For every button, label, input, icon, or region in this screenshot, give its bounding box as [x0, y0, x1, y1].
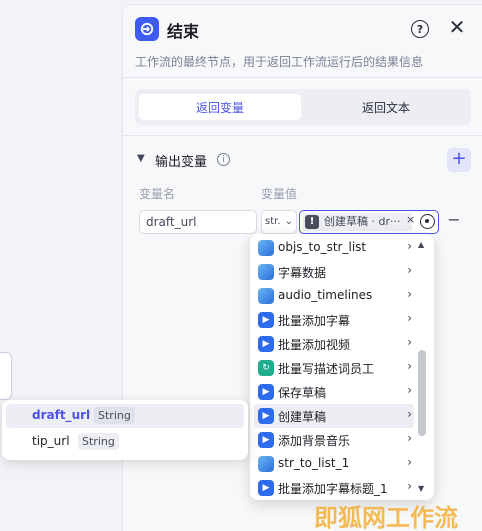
flow-icon: ▶: [258, 408, 274, 424]
dropdown-item[interactable]: str_to_list_1 ›: [254, 452, 414, 476]
remove-reference-icon[interactable]: ×: [406, 213, 415, 226]
dropdown-item-label: 创建草稿: [278, 410, 327, 424]
variable-type-badge: String: [78, 433, 119, 450]
dropdown-item-label: audio_timelines: [278, 288, 373, 302]
variable-option[interactable]: tip_url String: [6, 430, 244, 454]
dropdown-item-label: 批量添加视频: [278, 338, 351, 352]
warning-icon: !: [305, 215, 319, 229]
dropdown-scrollbar[interactable]: ▲ ▼: [416, 238, 428, 496]
plugin-icon: [258, 264, 274, 280]
chevron-down-icon: ⌄: [284, 216, 293, 227]
help-icon[interactable]: ?: [411, 20, 429, 38]
dropdown-item-label: 批量添加字幕标题_1: [278, 482, 388, 496]
chevron-right-icon: ›: [407, 431, 412, 445]
dropdown-item-label: objs_to_str_list: [278, 240, 367, 254]
plugin-icon: [258, 456, 274, 472]
dropdown-item-label: 保存草稿: [278, 386, 327, 400]
cycle-icon: ↻: [258, 360, 274, 376]
dropdown-item[interactable]: ▶ 保存草稿 ›: [254, 380, 414, 404]
variable-name-input[interactable]: draft_url: [139, 210, 257, 234]
tab-return-variables[interactable]: 返回变量: [139, 94, 301, 120]
canvas-node-edge[interactable]: [0, 352, 12, 400]
flow-icon: ▶: [258, 384, 274, 400]
watermark: 即狐网工作流: [314, 504, 458, 531]
dropdown-item-highlighted[interactable]: ▶ 创建草稿 ›: [254, 404, 414, 428]
dropdown-item-label: 字幕数据: [278, 266, 327, 280]
chevron-right-icon: ›: [407, 359, 412, 373]
panel-title: 结束: [167, 22, 200, 41]
dropdown-item-label: 添加背景音乐: [278, 434, 351, 448]
flow-icon: ▶: [258, 336, 274, 352]
panel-description: 工作流的最终节点，用于返回工作流运行后的结果信息: [135, 55, 424, 69]
node-reference-dropdown[interactable]: objs_to_str_list › 字幕数据 › audio_timeline…: [250, 234, 434, 500]
dropdown-item[interactable]: 字幕数据 ›: [254, 260, 414, 284]
dropdown-item[interactable]: ▶ 添加背景音乐 ›: [254, 428, 414, 452]
chevron-right-icon: ›: [407, 287, 412, 301]
chevron-right-icon: ›: [407, 479, 412, 493]
chevron-right-icon: ›: [407, 407, 412, 421]
column-header-name: 变量名: [139, 187, 176, 201]
value-type-label: str.: [265, 216, 281, 227]
variable-type-badge: String: [94, 407, 135, 424]
dropdown-item-label: 批量写描述词员工: [278, 362, 375, 376]
chevron-right-icon: ›: [407, 383, 412, 397]
flow-icon: ▶: [258, 312, 274, 328]
info-icon[interactable]: i: [217, 153, 230, 166]
plugin-icon: [258, 240, 274, 256]
scroll-up-icon[interactable]: ▲: [418, 240, 424, 249]
output-variable-popup[interactable]: draft_url String tip_url String: [2, 400, 248, 460]
value-reference-tag: ! 创建草稿 · dr···: [302, 213, 412, 231]
variable-option-name: draft_url: [32, 408, 91, 422]
column-header-value: 变量值: [261, 187, 298, 201]
collapse-chevron-icon[interactable]: ▼: [137, 153, 145, 164]
scroll-down-icon[interactable]: ▼: [418, 484, 424, 493]
dropdown-item[interactable]: ▶ 批量添加字幕标题_1 ›: [254, 476, 414, 500]
value-type-select[interactable]: str. ⌄: [261, 210, 297, 234]
chevron-right-icon: ›: [407, 455, 412, 469]
tab-return-text[interactable]: 返回文本: [305, 94, 467, 120]
target-icon[interactable]: [420, 214, 435, 229]
variable-option-name: tip_url: [32, 434, 70, 448]
flow-icon: ▶: [258, 480, 274, 496]
chevron-right-icon: ›: [407, 263, 412, 277]
output-section-title: 输出变量: [155, 155, 208, 170]
close-icon[interactable]: ✕: [447, 17, 467, 37]
variable-value-field[interactable]: ! 创建草稿 · dr··· ×: [299, 210, 439, 234]
plugin-icon: [258, 288, 274, 304]
add-variable-button[interactable]: +: [447, 148, 471, 172]
return-mode-tabs: 返回变量 返回文本: [135, 89, 471, 125]
dropdown-item[interactable]: objs_to_str_list ›: [254, 236, 414, 260]
end-node-icon: [135, 17, 159, 41]
scrollbar-thumb[interactable]: [418, 350, 426, 436]
value-reference-label: 创建草稿 · dr···: [324, 215, 401, 228]
variable-option-selected[interactable]: draft_url String: [6, 404, 244, 428]
dropdown-item[interactable]: ▶ 批量添加字幕 ›: [254, 308, 414, 332]
chevron-right-icon: ›: [407, 239, 412, 253]
header-divider: [123, 77, 482, 78]
chevron-right-icon: ›: [407, 311, 412, 325]
dropdown-item-label: 批量添加字幕: [278, 314, 351, 328]
section-divider: [123, 135, 482, 136]
chevron-right-icon: ›: [407, 335, 412, 349]
flow-icon: ▶: [258, 432, 274, 448]
dropdown-item-label: str_to_list_1: [278, 456, 350, 470]
dropdown-item[interactable]: ▶ 批量添加视频 ›: [254, 332, 414, 356]
dropdown-item[interactable]: ↻ 批量写描述词员工 ›: [254, 356, 414, 380]
dropdown-item[interactable]: audio_timelines ›: [254, 284, 414, 308]
delete-row-button[interactable]: −: [447, 212, 461, 230]
